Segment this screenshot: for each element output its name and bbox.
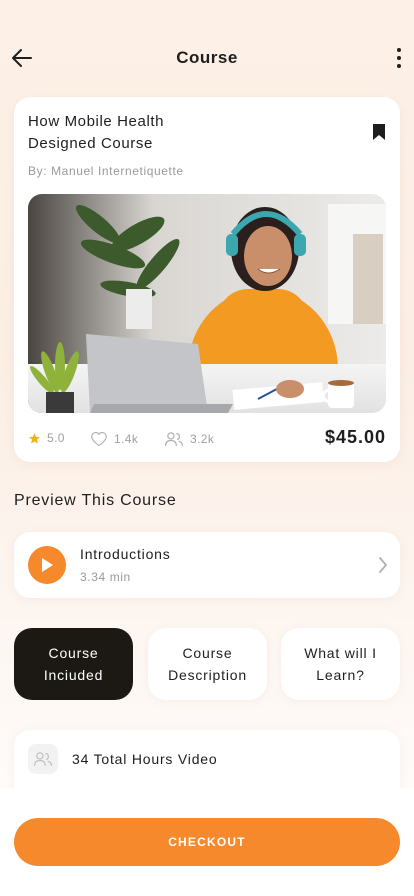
info-icon-box (28, 744, 58, 774)
preview-heading: Preview This Course (14, 492, 177, 509)
course-author: By: Manuel Internetiquette (28, 164, 184, 178)
users-icon (33, 752, 53, 766)
heart-icon (91, 431, 107, 447)
bookmark-button[interactable] (372, 123, 386, 141)
course-card: How Mobile Health Designed Course By: Ma… (14, 97, 400, 462)
header: Course (0, 40, 414, 76)
play-icon (42, 558, 53, 572)
course-title-line2: Designed Course (28, 135, 153, 152)
lesson-title: Introductions (80, 546, 171, 562)
students-stat: 3.2k (164, 431, 214, 447)
tab-course-included[interactable]: Course Inciuded (14, 628, 133, 700)
tab-label-line1: Course (182, 645, 233, 661)
course-image (28, 194, 386, 413)
bookmark-icon (373, 124, 385, 140)
likes-stat[interactable]: 1.4k (90, 431, 138, 447)
tab-label-line2: Description (168, 667, 247, 683)
rating-value: 5.0 (47, 431, 65, 445)
course-price: $45.00 (324, 427, 386, 447)
students-value: 3.2k (190, 432, 215, 446)
lesson-duration: 3.34 min (80, 570, 131, 584)
bottom-bar: CHECKOUT (0, 788, 414, 896)
tab-label-line1: Course (48, 645, 99, 661)
total-hours-text: 34 Total Hours Video (72, 751, 218, 767)
tab-label-line2: Learn? (316, 667, 365, 683)
lesson-item[interactable]: Introductions 3.34 min (14, 532, 400, 598)
users-icon (164, 432, 184, 446)
chevron-right-icon (379, 557, 387, 573)
course-title-line1: How Mobile Health (28, 113, 165, 130)
more-options-button[interactable] (394, 46, 404, 70)
tab-label-line2: Inciuded (43, 667, 104, 683)
likes-value: 1.4k (114, 432, 139, 446)
course-stats: 5.0 1.4k 3.2k $45.00 (28, 427, 386, 451)
checkout-button[interactable]: CHECKOUT (14, 818, 400, 866)
tab-label-line1: What will I (304, 645, 377, 661)
tab-what-will-i-learn[interactable]: What will I Learn? (281, 628, 400, 700)
tab-course-description[interactable]: Course Description (148, 628, 267, 700)
course-title: How Mobile Health Designed Course (28, 111, 328, 155)
play-button[interactable] (28, 546, 66, 584)
star-icon (29, 432, 40, 444)
rating-stat: 5.0 (28, 431, 65, 445)
page-title: Course (176, 48, 238, 67)
more-vertical-icon (397, 48, 401, 52)
